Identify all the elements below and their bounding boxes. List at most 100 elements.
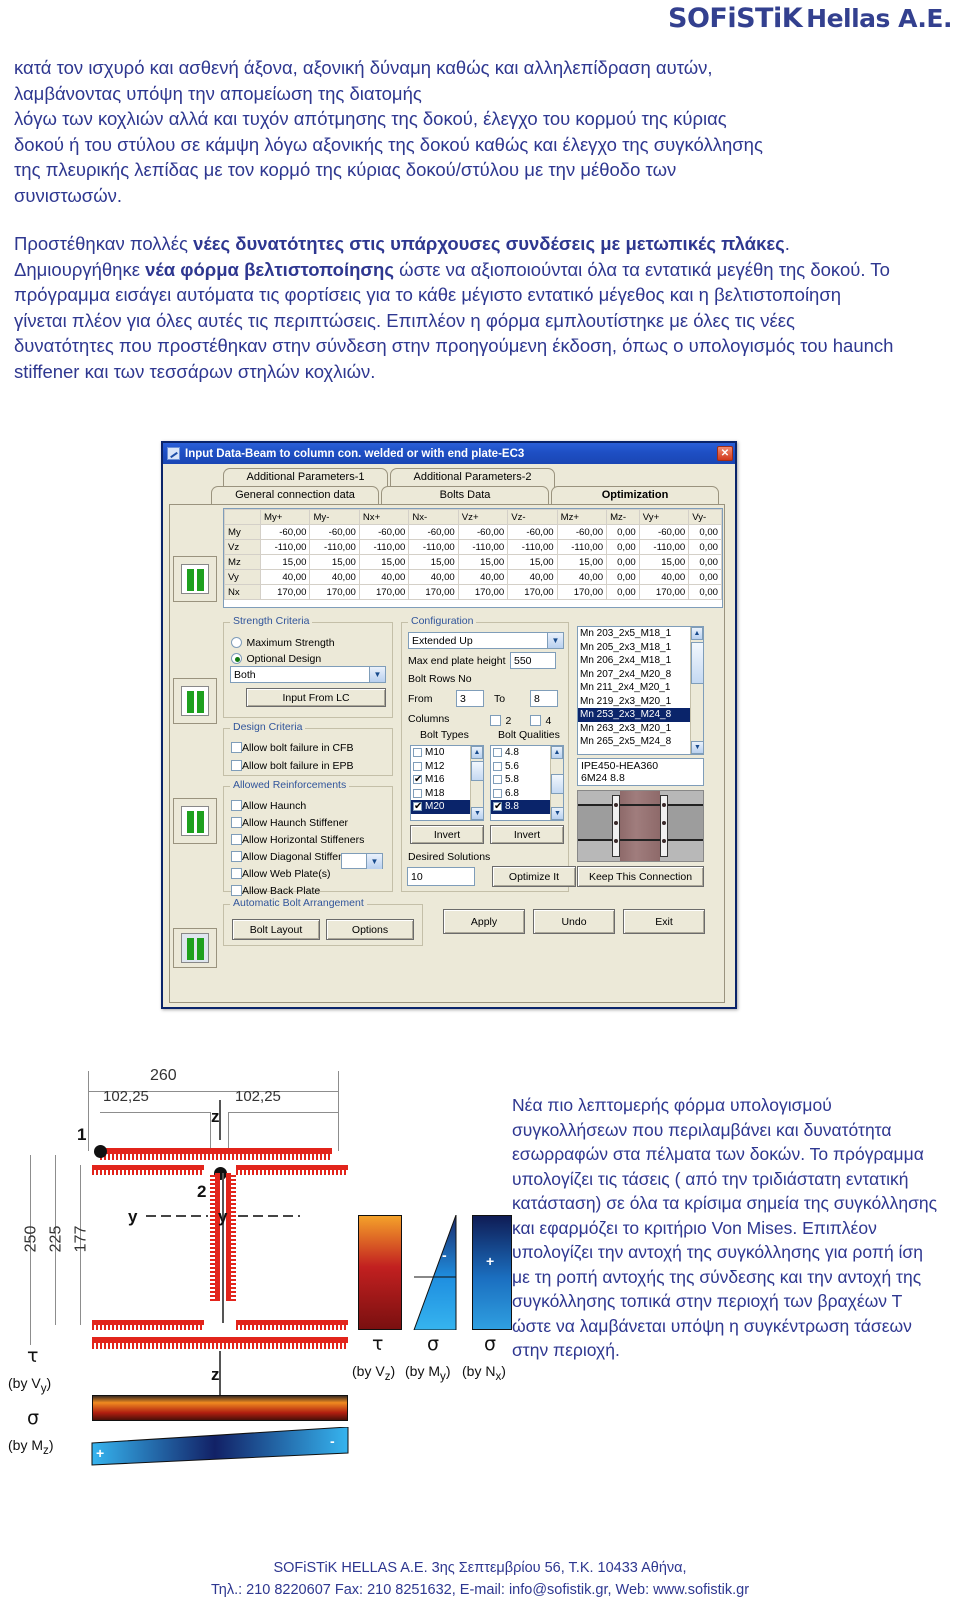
grid-cell[interactable]: 40,00 (507, 569, 558, 585)
scroll-down-icon[interactable]: ▼ (471, 807, 483, 820)
grid-cell[interactable]: 15,00 (408, 554, 459, 570)
grid-cell[interactable]: 40,00 (358, 569, 410, 585)
grid-cell[interactable]: 40,00 (638, 569, 690, 585)
rail-thumbnail-3[interactable] (173, 798, 217, 844)
grid-cell[interactable]: 170,00 (408, 584, 459, 600)
bolt-layout-button[interactable]: Bolt Layout (232, 919, 320, 940)
columns-option-2[interactable]: 2 (490, 711, 511, 729)
scroll-thumb[interactable] (551, 774, 563, 794)
load-combination-grid[interactable]: My+ My- Nx+ Nx- Vz+ Vz- Mz+ Mz- Vy+ Vy- My -60,00-… (223, 508, 723, 608)
bolt-qualities-listbox[interactable]: 4.8 5.6 5.8 6.8 8.8 ▲ ▼ (490, 745, 564, 821)
grid-cell[interactable]: 15,00 (638, 554, 690, 570)
strength-combo[interactable]: Both ▼ (230, 666, 386, 683)
solution-item[interactable]: Mn 219_2x3_M20_1 (578, 695, 703, 709)
max-end-plate-height-input[interactable]: 550 (510, 652, 556, 669)
scroll-down-icon[interactable]: ▼ (551, 807, 563, 820)
grid-cell[interactable]: 170,00 (457, 584, 509, 600)
grid-cell[interactable]: -60,00 (358, 524, 410, 540)
rail-thumbnail-4[interactable] (173, 928, 217, 968)
solutions-scrollbar[interactable]: ▲ ▼ (690, 627, 703, 754)
grid-cell[interactable]: 40,00 (309, 569, 360, 585)
grid-cell[interactable]: 0,00 (688, 539, 722, 555)
reinforcement-item-1[interactable]: Allow Haunch Stiffener (231, 813, 348, 831)
grid-cell[interactable]: 15,00 (358, 554, 410, 570)
columns-option-4[interactable]: 4 (530, 711, 551, 729)
tab-general-connection-data[interactable]: General connection data (211, 486, 379, 505)
grid-cell[interactable]: -110,00 (358, 539, 410, 555)
scroll-up-icon[interactable]: ▲ (551, 746, 563, 759)
bolt-rows-to-input[interactable]: 8 (530, 690, 558, 707)
grid-cell[interactable]: 170,00 (309, 584, 360, 600)
tab-optimization[interactable]: Optimization (551, 486, 719, 505)
keep-this-connection-button[interactable]: Keep This Connection (577, 866, 704, 887)
grid-cell[interactable]: -110,00 (408, 539, 459, 555)
grid-cell[interactable]: -60,00 (556, 524, 608, 540)
solution-item[interactable]: Mn 253_2x3_M24_8 (578, 708, 703, 722)
web-plate-combo[interactable]: ▼ (341, 853, 383, 869)
invert-bolt-qualities-button[interactable]: Invert (490, 825, 564, 844)
grid-cell[interactable]: 0,00 (688, 524, 722, 540)
undo-button[interactable]: Undo (533, 909, 615, 934)
grid-cell[interactable]: -110,00 (259, 539, 311, 555)
grid-cell[interactable]: -110,00 (309, 539, 360, 555)
grid-cell[interactable]: 40,00 (457, 569, 509, 585)
grid-cell[interactable]: -60,00 (408, 524, 459, 540)
reinforcement-item-4[interactable]: Allow Web Plate(s) (231, 864, 331, 882)
reinforcement-item-2[interactable]: Allow Horizontal Stiffeners (231, 830, 364, 848)
grid-cell[interactable]: -60,00 (457, 524, 509, 540)
scroll-thumb[interactable] (471, 761, 483, 781)
reinforcement-item-0[interactable]: Allow Haunch (231, 796, 306, 814)
bolt-qualities-scrollbar[interactable]: ▲ ▼ (550, 746, 563, 820)
grid-cell[interactable]: 0,00 (606, 569, 640, 585)
grid-cell[interactable]: 0,00 (688, 569, 722, 585)
grid-cell[interactable]: 170,00 (638, 584, 690, 600)
grid-cell[interactable]: 0,00 (606, 524, 640, 540)
solution-item[interactable]: Mn 205_2x3_M18_1 (578, 641, 703, 655)
rail-thumbnail-2[interactable] (173, 678, 217, 724)
invert-bolt-types-button[interactable]: Invert (410, 825, 484, 844)
bolt-types-listbox[interactable]: M10 M12 M16 M18 M20 ▲ ▼ (410, 745, 484, 821)
scroll-thumb[interactable] (691, 642, 703, 684)
solution-item[interactable]: Mn 265_2x5_M24_8 (578, 735, 703, 749)
solutions-listbox[interactable]: Mn 203_2x5_M18_1 Mn 205_2x3_M18_1 Mn 206_2… (577, 626, 704, 755)
grid-cell[interactable]: 170,00 (556, 584, 608, 600)
scroll-down-icon[interactable]: ▼ (691, 741, 703, 754)
solution-item[interactable]: Mn 263_2x3_M20_1 (578, 722, 703, 736)
scroll-up-icon[interactable]: ▲ (471, 746, 483, 759)
input-from-lc-button[interactable]: Input From LC (246, 688, 386, 707)
configuration-combo[interactable]: Extended Up ▼ (408, 632, 564, 649)
rail-thumbnail-1[interactable] (173, 556, 217, 602)
grid-cell[interactable]: 0,00 (606, 539, 640, 555)
grid-cell[interactable]: 170,00 (507, 584, 558, 600)
design-criteria-item-0[interactable]: Allow bolt failure in CFB (231, 738, 353, 756)
grid-cell[interactable]: 15,00 (507, 554, 558, 570)
grid-cell[interactable]: 40,00 (259, 569, 311, 585)
grid-cell[interactable]: -110,00 (556, 539, 608, 555)
grid-cell[interactable]: -60,00 (638, 524, 690, 540)
grid-cell[interactable]: 0,00 (688, 554, 722, 570)
grid-cell[interactable]: 15,00 (259, 554, 311, 570)
grid-cell[interactable]: 170,00 (358, 584, 410, 600)
grid-cell[interactable]: 40,00 (556, 569, 608, 585)
design-criteria-item-1[interactable]: Allow bolt failure in EPB (231, 756, 353, 774)
desired-solutions-input[interactable]: 10 (407, 867, 475, 886)
grid-cell[interactable]: -60,00 (309, 524, 360, 540)
scroll-up-icon[interactable]: ▲ (691, 627, 703, 640)
solution-item[interactable]: Mn 203_2x5_M18_1 (578, 627, 703, 641)
apply-button[interactable]: Apply (443, 909, 525, 934)
grid-cell[interactable]: 0,00 (606, 584, 640, 600)
tab-additional-parameters-1[interactable]: Additional Parameters-1 (223, 468, 388, 487)
grid-cell[interactable]: -60,00 (507, 524, 558, 540)
radio-optional-design[interactable]: Optional Design (231, 649, 321, 667)
grid-cell[interactable]: 40,00 (408, 569, 459, 585)
grid-cell[interactable]: 0,00 (606, 554, 640, 570)
grid-cell[interactable]: 15,00 (556, 554, 608, 570)
tab-additional-parameters-2[interactable]: Additional Parameters-2 (390, 468, 555, 487)
grid-cell[interactable]: -110,00 (507, 539, 558, 555)
grid-cell[interactable]: 15,00 (309, 554, 360, 570)
grid-cell[interactable]: 170,00 (259, 584, 311, 600)
tab-bolts-data[interactable]: Bolts Data (381, 486, 549, 505)
bolt-types-scrollbar[interactable]: ▲ ▼ (470, 746, 483, 820)
grid-cell[interactable]: -110,00 (457, 539, 509, 555)
options-button[interactable]: Options (326, 919, 414, 940)
